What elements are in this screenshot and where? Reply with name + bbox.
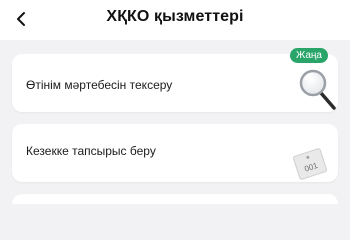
service-label: Кезекке тапсырыс беру (26, 144, 156, 158)
magnifier-icon (298, 66, 338, 112)
app-screen: ХҚКО қызметтері Өтінім мәртебесін тексер… (0, 0, 350, 204)
service-card-check-status[interactable]: Өтінім мәртебесін тексеру (12, 54, 338, 112)
service-card-partial[interactable] (12, 194, 338, 204)
service-label: Өтінім мәртебесін тексеру (26, 78, 173, 92)
new-badge: Жаңа (290, 48, 328, 63)
top-bar: ХҚКО қызметтері (0, 0, 350, 40)
page-title: ХҚКО қызметтері (106, 8, 244, 25)
queue-ticket-icon: 001 (290, 146, 330, 182)
